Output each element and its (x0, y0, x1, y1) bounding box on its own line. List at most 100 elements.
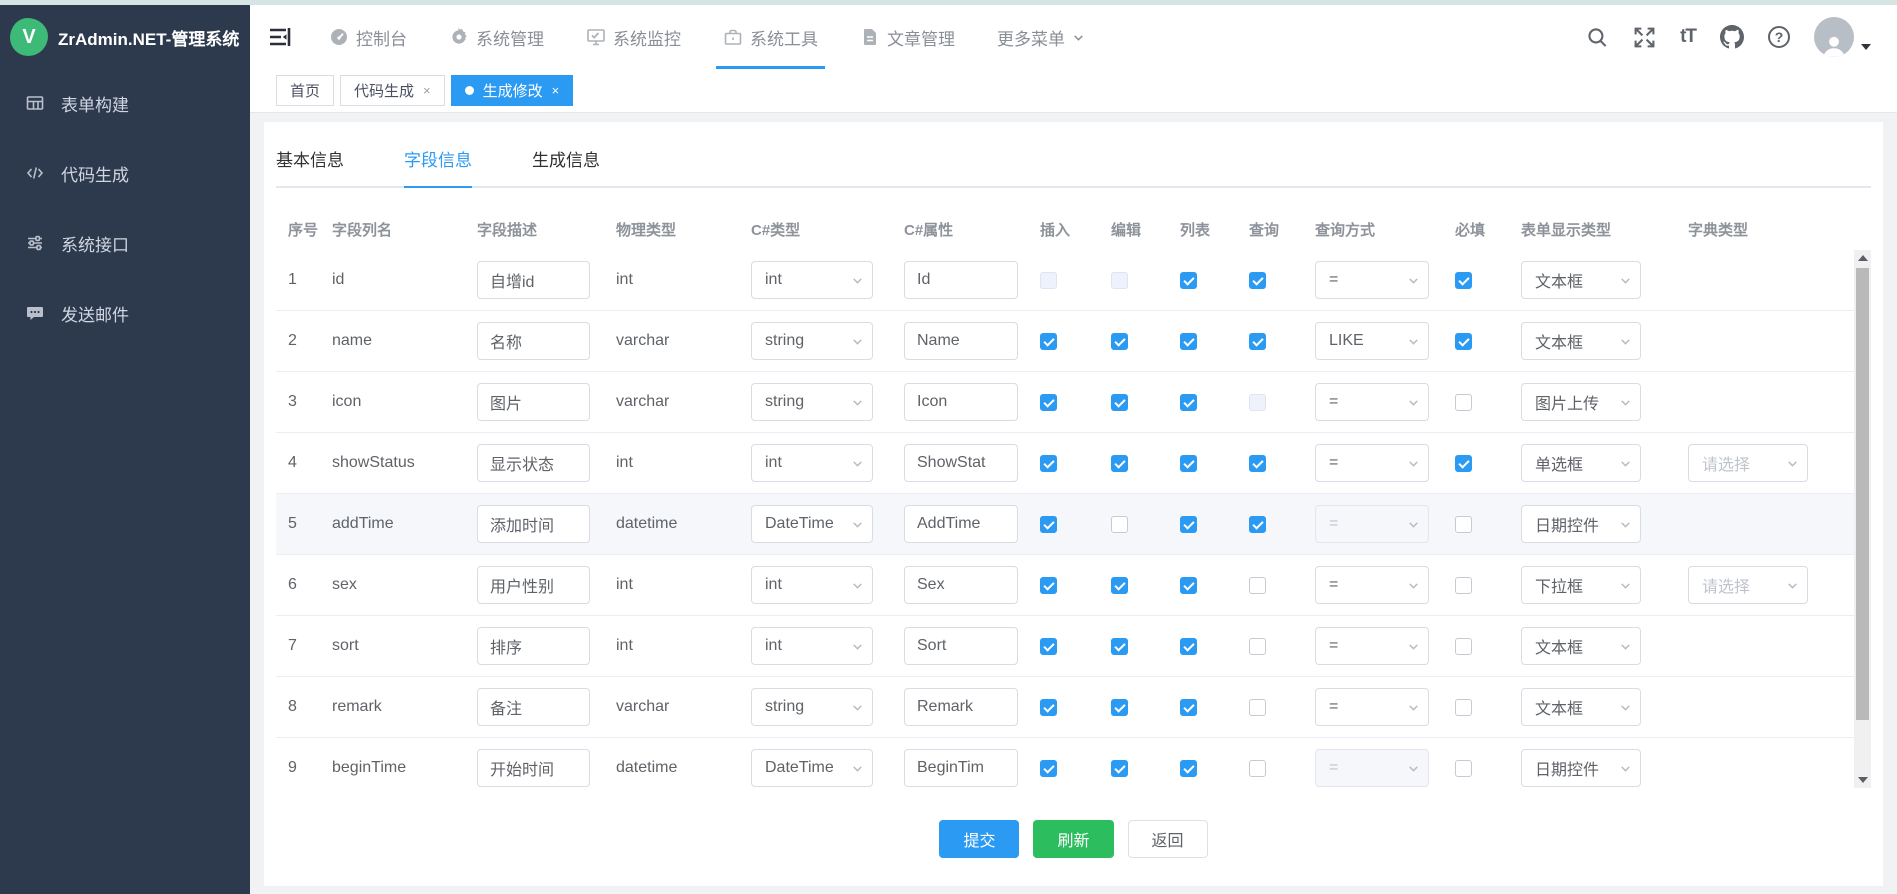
edit-checkbox[interactable] (1111, 455, 1128, 472)
cs-type-select[interactable]: int (751, 566, 873, 604)
display-type-select[interactable]: 文本框 (1521, 261, 1641, 299)
display-type-select[interactable]: 下拉框 (1521, 566, 1641, 604)
query-type-select[interactable]: = (1315, 444, 1429, 482)
cs-type-select[interactable]: int (751, 627, 873, 665)
cs-prop-input[interactable] (904, 322, 1018, 360)
submit-button[interactable]: 提交 (939, 820, 1019, 858)
required-checkbox[interactable] (1455, 760, 1472, 777)
edit-checkbox[interactable] (1111, 638, 1128, 655)
query-checkbox[interactable] (1249, 760, 1266, 777)
field-desc-input[interactable] (477, 444, 590, 482)
cs-type-select[interactable]: DateTime (751, 749, 873, 787)
github-icon[interactable] (1720, 25, 1744, 49)
insert-checkbox[interactable] (1040, 577, 1057, 594)
scroll-down-arrow[interactable] (1854, 772, 1871, 788)
required-checkbox[interactable] (1455, 577, 1472, 594)
cs-prop-input[interactable] (904, 505, 1018, 543)
field-desc-input[interactable] (477, 505, 590, 543)
query-checkbox[interactable] (1249, 699, 1266, 716)
field-desc-input[interactable] (477, 566, 590, 604)
cs-type-select[interactable]: string (751, 322, 873, 360)
cs-prop-input[interactable] (904, 444, 1018, 482)
edit-checkbox[interactable] (1111, 516, 1128, 533)
required-checkbox[interactable] (1455, 699, 1472, 716)
list-checkbox[interactable] (1180, 516, 1197, 533)
display-type-select[interactable]: 文本框 (1521, 322, 1641, 360)
field-desc-input[interactable] (477, 322, 590, 360)
edit-checkbox[interactable] (1111, 760, 1128, 777)
display-type-select[interactable]: 文本框 (1521, 688, 1641, 726)
display-type-select[interactable]: 图片上传 (1521, 383, 1641, 421)
cs-type-select[interactable]: int (751, 261, 873, 299)
nav-item-more-menu[interactable]: 更多菜单 (976, 5, 1106, 69)
cs-prop-input[interactable] (904, 383, 1018, 421)
sidebar-item-send-mail[interactable]: 发送邮件 (0, 285, 250, 341)
scrollbar-thumb[interactable] (1856, 268, 1869, 720)
tag-home[interactable]: 首页 (276, 75, 334, 106)
query-type-select[interactable]: = (1315, 261, 1429, 299)
required-checkbox[interactable] (1455, 333, 1472, 350)
back-button[interactable]: 返回 (1128, 820, 1208, 858)
cs-type-select[interactable]: DateTime (751, 505, 873, 543)
insert-checkbox[interactable] (1040, 333, 1057, 350)
required-checkbox[interactable] (1455, 272, 1472, 289)
insert-checkbox[interactable] (1040, 760, 1057, 777)
display-type-select[interactable]: 单选框 (1521, 444, 1641, 482)
query-checkbox[interactable] (1249, 272, 1266, 289)
field-desc-input[interactable] (477, 627, 590, 665)
dict-type-select[interactable]: 请选择 (1688, 566, 1808, 604)
query-checkbox[interactable] (1249, 333, 1266, 350)
tag-code-generate[interactable]: 代码生成 × (340, 75, 445, 106)
cs-type-select[interactable]: string (751, 688, 873, 726)
required-checkbox[interactable] (1455, 394, 1472, 411)
list-checkbox[interactable] (1180, 394, 1197, 411)
close-icon[interactable]: × (552, 83, 560, 98)
insert-checkbox[interactable] (1040, 455, 1057, 472)
query-checkbox[interactable] (1249, 577, 1266, 594)
field-desc-input[interactable] (477, 688, 590, 726)
insert-checkbox[interactable] (1040, 699, 1057, 716)
query-checkbox[interactable] (1249, 455, 1266, 472)
sidebar-collapse-button[interactable] (268, 25, 292, 49)
list-checkbox[interactable] (1180, 272, 1197, 289)
edit-checkbox[interactable] (1111, 394, 1128, 411)
list-checkbox[interactable] (1180, 455, 1197, 472)
nav-item-system-tools[interactable]: 系统工具 (702, 5, 839, 69)
cs-prop-input[interactable] (904, 261, 1018, 299)
insert-checkbox[interactable] (1040, 516, 1057, 533)
help-icon[interactable]: ? (1768, 26, 1790, 48)
nav-item-console[interactable]: 控制台 (308, 5, 428, 69)
field-desc-input[interactable] (477, 261, 590, 299)
fullscreen-icon[interactable] (1633, 26, 1656, 49)
query-type-select[interactable]: = (1315, 627, 1429, 665)
query-checkbox[interactable] (1249, 638, 1266, 655)
list-checkbox[interactable] (1180, 577, 1197, 594)
insert-checkbox[interactable] (1040, 394, 1057, 411)
tab-generate-info[interactable]: 生成信息 (532, 146, 600, 186)
list-checkbox[interactable] (1180, 699, 1197, 716)
display-type-select[interactable]: 日期控件 (1521, 505, 1641, 543)
list-checkbox[interactable] (1180, 638, 1197, 655)
nav-item-system-monitor[interactable]: 系统监控 (565, 5, 702, 69)
display-type-select[interactable]: 日期控件 (1521, 749, 1641, 787)
tag-generate-edit[interactable]: 生成修改 × (451, 75, 574, 106)
insert-checkbox[interactable] (1040, 638, 1057, 655)
search-icon[interactable] (1586, 26, 1609, 49)
cs-prop-input[interactable] (904, 688, 1018, 726)
required-checkbox[interactable] (1455, 455, 1472, 472)
cs-prop-input[interactable] (904, 627, 1018, 665)
cs-type-select[interactable]: int (751, 444, 873, 482)
refresh-button[interactable]: 刷新 (1033, 820, 1113, 858)
query-type-select[interactable]: = (1315, 566, 1429, 604)
sidebar-item-form-builder[interactable]: 表单构建 (0, 75, 250, 131)
query-type-select[interactable]: = (1315, 688, 1429, 726)
font-size-icon[interactable]: tT (1680, 26, 1696, 48)
tab-field-info[interactable]: 字段信息 (404, 146, 472, 186)
query-checkbox[interactable] (1249, 516, 1266, 533)
cs-type-select[interactable]: string (751, 383, 873, 421)
field-desc-input[interactable] (477, 383, 590, 421)
tab-basic-info[interactable]: 基本信息 (276, 146, 344, 186)
query-type-select[interactable]: LIKE (1315, 322, 1429, 360)
edit-checkbox[interactable] (1111, 577, 1128, 594)
user-menu[interactable] (1814, 17, 1871, 57)
